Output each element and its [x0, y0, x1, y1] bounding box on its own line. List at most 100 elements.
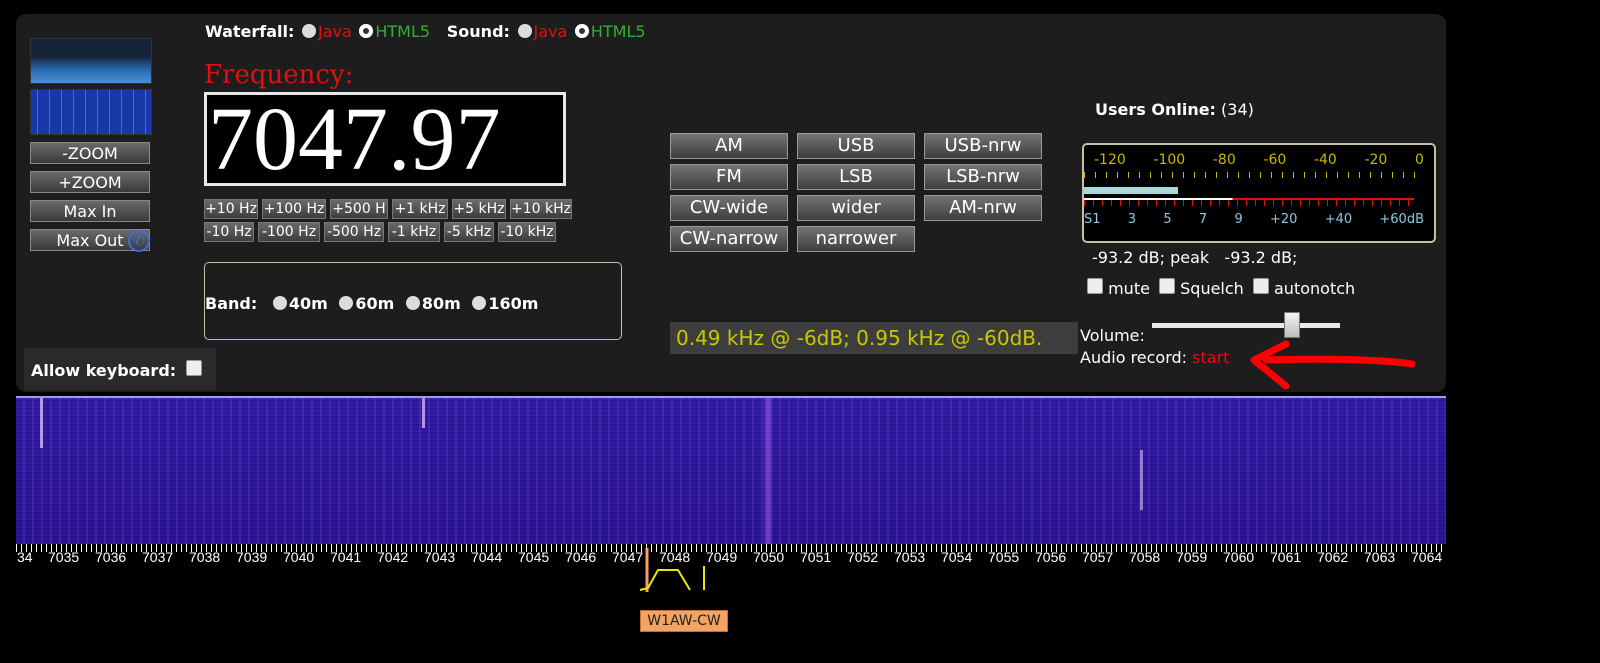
- waterfall-signal-trace: [422, 398, 425, 428]
- step-down-5khz[interactable]: -5 kHz: [444, 222, 494, 242]
- autonotch-checkbox[interactable]: [1252, 278, 1269, 294]
- mode-cw-wide-button[interactable]: CW-wide: [670, 195, 788, 221]
- audio-record-start-link[interactable]: start: [1192, 348, 1229, 367]
- band-40m-label: 40m: [288, 294, 328, 313]
- s-meter-db-tick: -100: [1153, 152, 1186, 168]
- band-80m-label: 80m: [421, 294, 461, 313]
- s-meter-db-tick: -20: [1364, 152, 1388, 168]
- waterfall-signal-trace: [1140, 450, 1143, 510]
- waterfall-display[interactable]: [16, 396, 1446, 544]
- mode-am-nrw-button[interactable]: AM-nrw: [924, 195, 1042, 221]
- sound-java-radio[interactable]: [517, 24, 532, 38]
- filter-bandwidth-info: 0.49 kHz @ -6dB; 0.95 kHz @ -60dB.: [670, 322, 1078, 354]
- mode-usb-button[interactable]: USB: [797, 133, 915, 159]
- frequency-scale-label: 7058: [1129, 549, 1161, 565]
- mode-am-button[interactable]: AM: [670, 133, 788, 159]
- step-up-10hz[interactable]: +10 Hz: [204, 199, 258, 219]
- s-meter-s-tick: S1: [1084, 212, 1101, 227]
- frequency-scale-label: 7057: [1082, 549, 1114, 565]
- frequency-scale-label: 7053: [894, 549, 926, 565]
- frequency-scale-label: 7044: [471, 549, 503, 565]
- step-up-5khz[interactable]: +5 kHz: [452, 199, 506, 219]
- frequency-scale-label: 34: [17, 549, 33, 565]
- sound-html5-radio[interactable]: [574, 24, 589, 38]
- filter-wider-button[interactable]: wider: [797, 195, 915, 221]
- frequency-scale-label: 7038: [189, 549, 221, 565]
- s-meter-db-tick: -40: [1313, 152, 1337, 168]
- volume-label: Volume:: [1080, 326, 1145, 345]
- allow-keyboard-checkbox[interactable]: [186, 360, 202, 376]
- passband-marker[interactable]: [638, 548, 708, 592]
- mode-lsb-button[interactable]: LSB: [797, 164, 915, 190]
- s-meter-s-scale: S1 3 5 7 9 +20 +40 +60dB: [1084, 212, 1424, 227]
- squelch-label: Squelch: [1180, 279, 1244, 298]
- step-up-10khz[interactable]: +10 kHz: [510, 199, 572, 219]
- s-meter-s-tick: +20: [1269, 212, 1298, 227]
- frequency-label: Frequency:: [204, 60, 354, 90]
- waterfall-thumbnail[interactable]: [30, 89, 152, 135]
- zoom-in-button[interactable]: +ZOOM: [30, 171, 150, 193]
- band-40m-radio[interactable]: [272, 296, 287, 310]
- step-down-100hz[interactable]: -100 Hz: [258, 222, 320, 242]
- step-down-10hz[interactable]: -10 Hz: [204, 222, 254, 242]
- step-up-100hz[interactable]: +100 Hz: [262, 199, 326, 219]
- band-80m-radio[interactable]: [405, 296, 420, 310]
- frequency-scale-label: 7050: [753, 549, 785, 565]
- waterfall-html5-radio[interactable]: [359, 24, 374, 38]
- frequency-scale-label: 7064: [1411, 549, 1443, 565]
- band-60m-label: 60m: [355, 294, 395, 313]
- s-meter-s-tick: +60dB: [1379, 212, 1424, 227]
- frequency-scale-label: 7063: [1364, 549, 1396, 565]
- s-meter-db-tick: -80: [1212, 152, 1236, 168]
- band-160m-radio[interactable]: [472, 296, 487, 310]
- s-meter-db-scale: -120 -100 -80 -60 -40 -20 0: [1094, 152, 1424, 168]
- users-online: Users Online: (34): [1095, 100, 1254, 119]
- mute-label: mute: [1108, 279, 1150, 298]
- frequency-scale-label: 7054: [941, 549, 973, 565]
- waterfall-java-label: Java: [317, 22, 352, 41]
- max-in-button[interactable]: Max In: [30, 200, 150, 222]
- waterfall-java-radio[interactable]: [301, 24, 316, 38]
- s-meter-s-tick: 3: [1127, 212, 1137, 227]
- s-meter-s-tick: 7: [1198, 212, 1208, 227]
- squelch-checkbox[interactable]: [1159, 278, 1176, 294]
- mode-lsb-nrw-button[interactable]: LSB-nrw: [924, 164, 1042, 190]
- phone-icon[interactable]: ✆: [128, 230, 150, 252]
- waterfall-signal-trace: [40, 398, 43, 448]
- zoom-out-button[interactable]: -ZOOM: [30, 142, 150, 164]
- step-up-1khz[interactable]: +1 kHz: [392, 199, 448, 219]
- audio-record: Audio record: start: [1080, 348, 1229, 367]
- step-down-1khz[interactable]: -1 kHz: [388, 222, 440, 242]
- dx-spot-label[interactable]: W1AW-CW: [640, 610, 728, 632]
- frequency-scale-label: 7061: [1270, 549, 1302, 565]
- sound-java-label: Java: [533, 22, 568, 41]
- step-down-10khz[interactable]: -10 kHz: [498, 222, 556, 242]
- filter-narrower-button[interactable]: narrower: [797, 226, 915, 252]
- s-meter-db-tick: 0: [1415, 152, 1424, 168]
- frequency-value[interactable]: 7047.97: [208, 92, 501, 188]
- frequency-scale-label: 7056: [1035, 549, 1067, 565]
- s-meter-red-ticks: [1084, 200, 1414, 206]
- s-meter-bar: [1084, 187, 1178, 194]
- frequency-scale-label: 7043: [424, 549, 456, 565]
- band-label: Band:: [205, 294, 258, 313]
- autonotch-label: autonotch: [1274, 279, 1356, 298]
- s-meter-s-tick: 5: [1163, 212, 1172, 227]
- step-down-500hz[interactable]: -500 Hz: [324, 222, 384, 242]
- frequency-scale-label: 7036: [95, 549, 127, 565]
- band-60m-radio[interactable]: [339, 296, 354, 310]
- mode-cw-narrow-button[interactable]: CW-narrow: [670, 226, 788, 252]
- volume-slider-handle[interactable]: [1284, 312, 1300, 338]
- volume-slider-track[interactable]: [1152, 323, 1340, 328]
- frequency-scale-label: 7045: [518, 549, 550, 565]
- frequency-scale-label: 7037: [142, 549, 174, 565]
- sound-html5-label: HTML5: [590, 22, 646, 41]
- mode-usb-nrw-button[interactable]: USB-nrw: [924, 133, 1042, 159]
- step-up-500hz[interactable]: +500 H: [330, 199, 388, 219]
- mute-checkbox[interactable]: [1087, 278, 1103, 294]
- frequency-scale-label: 7035: [48, 549, 80, 565]
- mode-fm-button[interactable]: FM: [670, 164, 788, 190]
- spectrum-thumbnail[interactable]: [30, 38, 152, 84]
- users-online-label: Users Online:: [1095, 100, 1216, 119]
- s-meter-s-tick: 9: [1234, 212, 1243, 227]
